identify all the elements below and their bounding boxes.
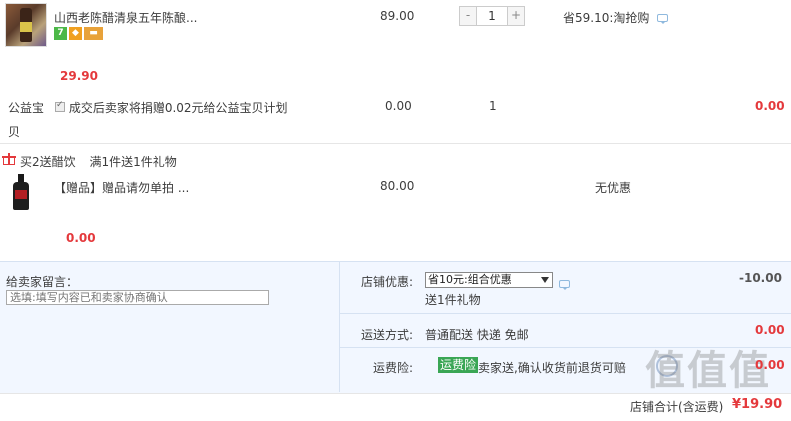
charity-label: 公益宝贝: [8, 101, 45, 139]
shop-discount-amount: -10.00: [739, 271, 782, 285]
charity-subtotal: 0.00: [755, 99, 785, 113]
gift-thumbnail[interactable]: [8, 174, 34, 210]
seller-message-label: 给卖家留言：: [6, 275, 79, 289]
gift-icon: [2, 153, 16, 165]
gift-promo: 买2送醋饮 满1件送1件礼物: [20, 153, 177, 170]
gift-promo-detail: 满1件送1件礼物: [89, 155, 177, 169]
insurance-icon[interactable]: ◆: [69, 27, 82, 40]
discount-text: 省59.10:淘抢购: [563, 11, 650, 25]
charity-info: 成交后卖家将捐赠0.02元给公益宝贝计划: [55, 99, 288, 116]
shipping-label: 运送方式:: [361, 328, 414, 342]
quantity-stepper: - 1 +: [459, 6, 525, 26]
panel-divider: [339, 262, 340, 392]
decrease-quantity-button[interactable]: -: [460, 7, 477, 25]
gift-discount: 无优惠: [595, 181, 632, 195]
insurance-label: 运费险:: [373, 361, 414, 375]
discount-info: 省59.10:淘抢购: [563, 9, 669, 26]
charity-price: 0.00: [385, 99, 412, 113]
seven-day-return-icon[interactable]: 7: [54, 27, 67, 40]
bottle-label: [20, 22, 32, 32]
gift-subtotal: 0.00: [66, 231, 96, 245]
charity-quantity: 1: [489, 99, 497, 113]
credit-card-icon[interactable]: ▬: [84, 27, 103, 40]
total-label: 店铺合计(含运费): [630, 400, 724, 414]
chevron-down-icon: [541, 277, 549, 283]
shipping-method: 普通配送 快递 免邮: [425, 328, 529, 342]
shop-discount-note: 送1件礼物: [425, 293, 481, 307]
insurance-text: 卖家送,确认收货前退货可赔: [478, 361, 626, 375]
charity-text: 成交后卖家将捐赠0.02元给公益宝贝计划: [68, 101, 288, 115]
product-thumbnail[interactable]: [5, 3, 47, 47]
chat-icon[interactable]: [657, 14, 669, 24]
divider: [340, 313, 791, 314]
shop-discount-label: 店铺优惠:: [361, 275, 414, 289]
gift-price: 80.00: [380, 179, 415, 193]
charity-checkbox[interactable]: [55, 100, 65, 112]
shop-discount-selected: 省10元:组合优惠: [428, 273, 512, 286]
watermark: 值值值: [645, 348, 771, 394]
product-title-link[interactable]: 山西老陈醋清泉五年陈酿...: [54, 9, 197, 26]
product-subtotal: 29.90: [60, 69, 98, 83]
shipping-amount: 0.00: [755, 323, 785, 337]
increase-quantity-button[interactable]: +: [507, 7, 524, 25]
seller-message-input[interactable]: [6, 290, 269, 305]
shop-discount-select[interactable]: 省10元:组合优惠: [425, 272, 553, 288]
unit-price: 89.00: [380, 9, 415, 23]
insurance-tag: 运费险: [438, 357, 479, 373]
total-amount: ¥19.90: [732, 397, 783, 412]
service-badges: 7 ◆ ▬: [54, 27, 103, 40]
gift-promo-label: 买2送醋饮: [20, 155, 76, 169]
insurance-amount: 0.00: [755, 358, 785, 372]
chat-icon[interactable]: [559, 280, 570, 290]
gift-title-link[interactable]: 【赠品】赠品请勿单拍 ...: [54, 179, 189, 196]
quantity-input[interactable]: 1: [477, 7, 507, 25]
divider: [0, 143, 791, 144]
